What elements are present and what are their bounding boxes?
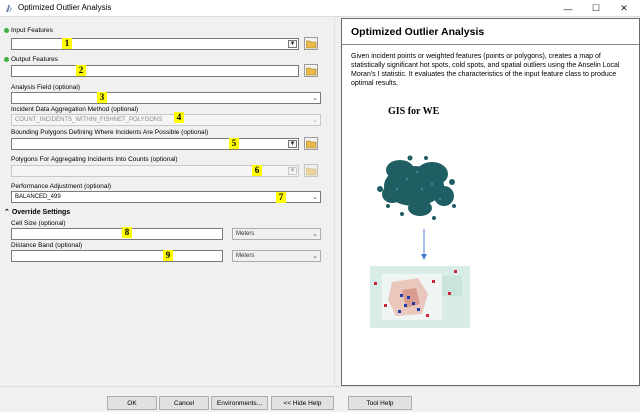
cancel-button[interactable]: Cancel bbox=[159, 396, 209, 410]
bounding-polygons-combobox[interactable]: ▼ bbox=[11, 138, 299, 150]
arctoolbox-icon bbox=[6, 4, 12, 12]
output-features-input[interactable] bbox=[11, 65, 299, 77]
parameters-scrollbar[interactable] bbox=[334, 18, 340, 386]
aggregation-method-select[interactable]: COUNT_INCIDENTS_WITHIN_FISHNET_POLYGONS … bbox=[11, 114, 321, 126]
distance-band-units-select[interactable]: Meters ⌄ bbox=[232, 250, 321, 262]
help-title: Optimized Outlier Analysis bbox=[351, 26, 485, 38]
chevron-down-icon: ⌄ bbox=[312, 117, 318, 124]
annotation-marker-6: 6 bbox=[252, 165, 262, 176]
chevron-down-icon[interactable]: ▼ bbox=[288, 167, 297, 175]
chevron-down-icon: ⌄ bbox=[312, 194, 318, 201]
annotation-marker-1: 1 bbox=[62, 38, 72, 49]
cell-size-units-select[interactable]: Meters ⌄ bbox=[232, 228, 321, 240]
annotation-marker-7: 7 bbox=[276, 192, 286, 203]
point-cluster bbox=[377, 155, 456, 220]
parameters-pane: Input Features ▼ 1 Output Features 2 Ana… bbox=[0, 18, 334, 386]
performance-select[interactable]: BALANCED_499 ⌄ bbox=[11, 191, 321, 203]
folder-icon bbox=[306, 167, 317, 176]
browse-folder-button[interactable] bbox=[304, 64, 318, 77]
analysis-field-select[interactable]: ⌄ bbox=[11, 92, 321, 104]
folder-icon bbox=[306, 140, 317, 149]
folder-icon bbox=[306, 67, 317, 76]
aggregation-method-label: Incident Data Aggregation Method (option… bbox=[11, 106, 139, 113]
annotation-marker-3: 3 bbox=[97, 92, 107, 103]
distance-band-label: Distance Band (optional) bbox=[11, 242, 83, 249]
annotation-marker-2: 2 bbox=[76, 65, 86, 76]
annotation-marker-8: 8 bbox=[122, 227, 132, 238]
minimize-button[interactable]: — bbox=[553, 0, 583, 17]
collapse-icon[interactable]: ⌃ bbox=[4, 209, 12, 216]
input-features-combobox[interactable]: ▼ bbox=[11, 38, 299, 50]
required-indicator-icon bbox=[4, 28, 9, 33]
tool-help-button[interactable]: Tool Help bbox=[348, 396, 412, 410]
browse-folder-button[interactable] bbox=[304, 137, 318, 150]
output-features-label: Output Features bbox=[11, 56, 58, 63]
aggregation-method-value: COUNT_INCIDENTS_WITHIN_FISHNET_POLYGONS bbox=[15, 117, 163, 123]
help-pane: Optimized Outlier Analysis Given inciden… bbox=[341, 18, 640, 386]
override-settings-header[interactable]: ⌃ Override Settings bbox=[4, 208, 70, 216]
title-bar: Optimized Outlier Analysis — ☐ ✕ bbox=[0, 0, 640, 17]
required-indicator-icon bbox=[4, 57, 9, 62]
result-grid-map bbox=[370, 266, 470, 328]
button-bar: OK Cancel Environments... << Hide Help T… bbox=[0, 386, 640, 412]
environments-button[interactable]: Environments... bbox=[211, 396, 268, 410]
browse-folder-button[interactable] bbox=[304, 164, 318, 177]
ok-button[interactable]: OK bbox=[107, 396, 157, 410]
divider bbox=[342, 44, 639, 45]
watermark-text: GIS for WE bbox=[388, 106, 440, 117]
down-arrow-icon bbox=[421, 229, 427, 260]
browse-folder-button[interactable] bbox=[304, 37, 318, 50]
bounding-polygons-label: Bounding Polygons Defining Where Inciden… bbox=[11, 129, 209, 136]
close-button[interactable]: ✕ bbox=[609, 0, 639, 17]
override-settings-label: Override Settings bbox=[11, 209, 71, 216]
hide-help-button[interactable]: << Hide Help bbox=[271, 396, 334, 410]
performance-label: Performance Adjustment (optional) bbox=[11, 183, 112, 190]
help-description: Given incident points or weighted featur… bbox=[351, 53, 620, 87]
performance-value: BALANCED_499 bbox=[15, 194, 61, 200]
chevron-down-icon: ⌄ bbox=[312, 231, 318, 238]
chevron-down-icon: ⌄ bbox=[312, 253, 318, 260]
cell-size-input[interactable] bbox=[11, 228, 223, 240]
chevron-down-icon[interactable]: ▼ bbox=[288, 40, 297, 48]
aggregating-polygons-label: Polygons For Aggregating Incidents Into … bbox=[11, 156, 178, 163]
annotation-marker-5: 5 bbox=[229, 138, 239, 149]
input-features-label: Input Features bbox=[11, 27, 53, 34]
window-title: Optimized Outlier Analysis bbox=[18, 3, 112, 12]
annotation-marker-4: 4 bbox=[174, 112, 184, 123]
cell-size-label: Cell Size (optional) bbox=[11, 220, 66, 227]
chevron-down-icon: ⌄ bbox=[312, 95, 318, 102]
cell-size-units-value: Meters bbox=[236, 231, 255, 237]
annotation-marker-9: 9 bbox=[163, 250, 173, 261]
maximize-button[interactable]: ☐ bbox=[581, 0, 611, 17]
chevron-down-icon[interactable]: ▼ bbox=[288, 140, 297, 148]
distance-band-input[interactable] bbox=[11, 250, 223, 262]
folder-icon bbox=[306, 40, 317, 49]
distance-band-units-value: Meters bbox=[236, 253, 255, 259]
outlier-analysis-illustration bbox=[370, 155, 470, 328]
analysis-field-label: Analysis Field (optional) bbox=[11, 84, 81, 91]
